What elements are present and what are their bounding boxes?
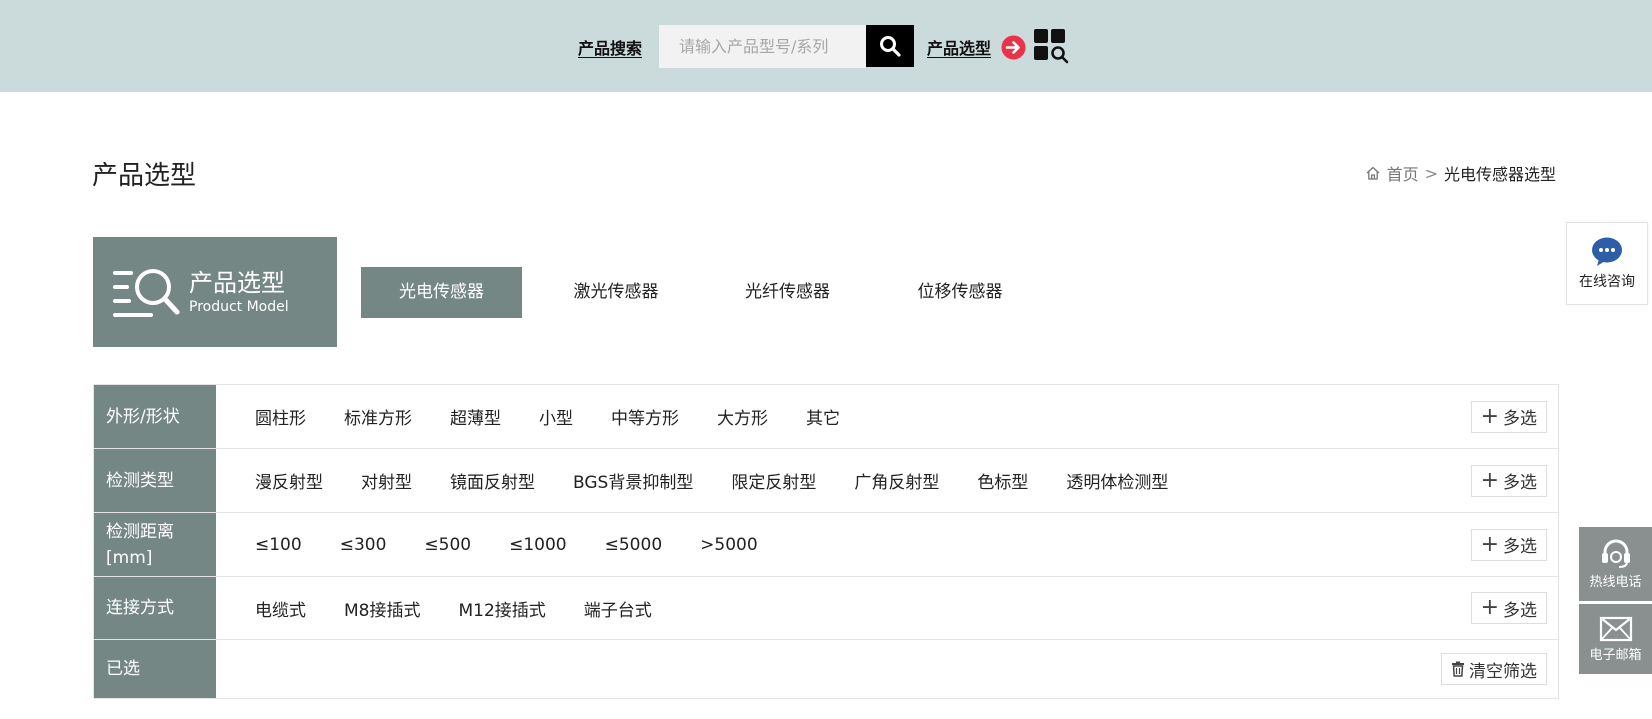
search-label: 产品搜索 [578, 39, 643, 58]
filter-option[interactable]: ≤300 [340, 535, 387, 555]
filter-row-shape: 外形/形状 圆柱形 标准方形 超薄型 小型 中等方形 大方形 其它 + 多选 [94, 385, 1558, 449]
hotline-button[interactable]: 热线电话 [1579, 527, 1652, 601]
filter-header: 检测距离[mm] [94, 513, 216, 576]
filter-option[interactable]: 小型 [539, 404, 573, 429]
filter-row-selected: 已选 清空筛选 [94, 640, 1558, 698]
multi-select-button[interactable]: + 多选 [1470, 464, 1547, 497]
filter-options: 漫反射型 对射型 镜面反射型 BGS背景抑制型 限定反射型 广角反射型 色标型 … [216, 449, 1558, 512]
filter-options: ≤100 ≤300 ≤500 ≤1000 ≤5000 >5000 [216, 513, 1558, 576]
multi-select-button[interactable]: + 多选 [1470, 400, 1547, 433]
tab-displacement[interactable]: 位移传感器 [897, 267, 1023, 318]
search-button[interactable] [866, 25, 914, 67]
filter-option[interactable]: 大方形 [717, 404, 768, 429]
filter-option[interactable]: 圆柱形 [255, 404, 306, 429]
page-title: 产品选型 [92, 161, 197, 191]
filter-header: 连接方式 [94, 577, 216, 639]
tab-fiber[interactable]: 光纤传感器 [725, 267, 850, 318]
plus-icon: + [1480, 467, 1499, 493]
chat-bubble-icon [1592, 237, 1622, 266]
selected-options [216, 640, 1558, 698]
tab-photoelectric[interactable]: 光电传感器 [361, 267, 522, 318]
filter-option[interactable]: >5000 [700, 535, 758, 555]
model-box-title: 产品选型 [189, 269, 285, 297]
filter-option[interactable]: ≤100 [255, 535, 302, 555]
email-label: 电子邮箱 [1589, 647, 1642, 663]
plus-icon: + [1480, 595, 1499, 620]
multi-select-button[interactable]: + 多选 [1470, 528, 1547, 561]
clear-filters-button[interactable]: 清空筛选 [1441, 653, 1547, 685]
filter-option[interactable]: 标准方形 [344, 404, 412, 429]
email-button[interactable]: 电子邮箱 [1579, 604, 1652, 674]
search-input[interactable] [659, 25, 866, 68]
filter-option[interactable]: 色标型 [977, 468, 1028, 493]
selected-header: 已选 [94, 640, 216, 698]
list-search-icon [113, 269, 180, 317]
search-icon [880, 36, 901, 57]
filter-option[interactable]: ≤1000 [509, 535, 567, 555]
multi-select-label: 多选 [1503, 600, 1537, 621]
tab-laser[interactable]: 激光传感器 [551, 267, 681, 318]
filter-row-connection: 连接方式 电缆式 M8接插式 M12接插式 端子台式 + 多选 [94, 577, 1558, 640]
breadcrumb-current: 光电传感器选型 [1443, 165, 1556, 184]
home-icon[interactable] [1365, 165, 1381, 181]
filter-row-detection-type: 检测类型 漫反射型 对射型 镜面反射型 BGS背景抑制型 限定反射型 广角反射型… [94, 449, 1558, 513]
multi-select-label: 多选 [1503, 473, 1537, 493]
filter-option[interactable]: ≤5000 [605, 535, 663, 555]
filter-option[interactable]: 电缆式 [255, 596, 306, 621]
filter-option[interactable]: 超薄型 [450, 404, 501, 429]
top-search-bar: 产品搜索 产品选型 [0, 0, 1652, 92]
model-box-subtitle: Product Model [189, 299, 289, 315]
filter-option[interactable]: 漫反射型 [255, 468, 323, 493]
multi-select-label: 多选 [1503, 537, 1537, 557]
arrow-right-circle-icon[interactable] [1001, 35, 1026, 60]
filter-option[interactable]: 中等方形 [611, 404, 679, 429]
filter-option[interactable]: ≤500 [424, 535, 471, 555]
filter-option[interactable]: M12接插式 [458, 596, 545, 621]
product-model-box: 产品选型 Product Model [93, 237, 337, 347]
clear-filters-label: 清空筛选 [1469, 661, 1537, 682]
filter-option[interactable]: 端子台式 [584, 596, 652, 621]
breadcrumb: 首页 > 光电传感器选型 [1365, 161, 1556, 185]
breadcrumb-home-link[interactable]: 首页 [1387, 161, 1419, 185]
filter-option[interactable]: BGS背景抑制型 [573, 468, 693, 493]
envelope-icon [1599, 616, 1632, 641]
plus-icon: + [1480, 403, 1499, 429]
filter-option[interactable]: 广角反射型 [854, 468, 939, 493]
filter-options: 圆柱形 标准方形 超薄型 小型 中等方形 大方形 其它 [216, 385, 1558, 448]
headset-icon [1601, 539, 1630, 568]
grid-search-icon[interactable] [1033, 28, 1069, 64]
plus-icon: + [1480, 531, 1499, 557]
filter-table: 外形/形状 圆柱形 标准方形 超薄型 小型 中等方形 大方形 其它 + 多选 检测… [93, 384, 1559, 699]
hotline-label: 热线电话 [1589, 574, 1642, 590]
filter-option[interactable]: 镜面反射型 [450, 468, 535, 493]
filter-option[interactable]: 透明体检测型 [1066, 468, 1168, 493]
product-select-link[interactable]: 产品选型 [927, 35, 991, 59]
multi-select-label: 多选 [1503, 409, 1537, 429]
filter-option[interactable]: 对射型 [361, 468, 412, 493]
filter-header: 外形/形状 [94, 385, 216, 448]
filter-option[interactable]: 其它 [806, 404, 840, 429]
filter-options: 电缆式 M8接插式 M12接插式 端子台式 [216, 577, 1558, 639]
online-consult-button[interactable]: 在线咨询 [1566, 222, 1648, 305]
filter-header: 检测类型 [94, 449, 216, 512]
breadcrumb-separator: > [1424, 163, 1438, 183]
filter-option[interactable]: M8接插式 [344, 596, 420, 621]
filter-row-distance: 检测距离[mm] ≤100 ≤300 ≤500 ≤1000 ≤5000 >500… [94, 513, 1558, 577]
filter-option[interactable]: 限定反射型 [731, 468, 816, 493]
trash-icon [1452, 661, 1464, 677]
consult-label: 在线咨询 [1579, 273, 1635, 290]
multi-select-button[interactable]: + 多选 [1470, 592, 1547, 624]
